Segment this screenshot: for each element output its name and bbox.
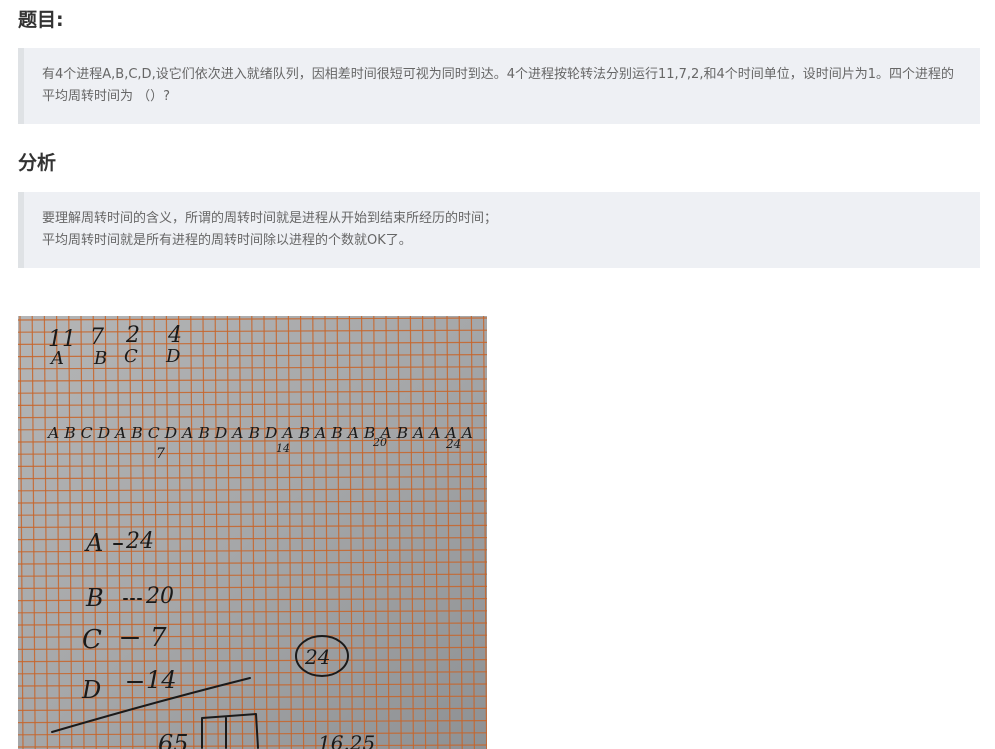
analysis-blockquote: 要理解周转时间的含义，所谓的周转时间就是进程从开始到结束所经历的时间； 平均周转…: [18, 192, 980, 268]
sum-value: 65: [158, 730, 189, 749]
average-value: 16.25: [318, 731, 375, 749]
top-label-b: B: [93, 348, 107, 369]
mark-a-finish: 24: [445, 437, 461, 451]
result-process-c: C: [82, 625, 102, 655]
question-blockquote: 有4个进程A,B,C,D,设它们依次进入就绪队列，因相差时间很短可视为同时到达。…: [18, 48, 980, 124]
top-label-c: C: [124, 346, 138, 367]
analysis-heading: 分析: [18, 152, 57, 174]
top-number-b: 7: [90, 325, 104, 350]
mark-d-finish: 14: [276, 442, 290, 455]
top-number-c: 2: [125, 323, 140, 348]
result-process-a: A: [84, 529, 103, 557]
top-label-d: D: [165, 346, 181, 367]
result-process-d: D: [81, 676, 101, 704]
mark-b-finish: 20: [372, 436, 387, 449]
round-robin-sequence: A B C D A B C D A B D A B D A B A B A B …: [46, 424, 473, 442]
mark-c-finish: 7: [156, 446, 165, 462]
analysis-line-2: 平均周转时间就是所有进程的周转时间除以进程的个数就OK了。: [42, 233, 412, 248]
handwritten-solution-photo: 11 A 7 B 2 C 4 D A B C D A B C D A B D A…: [18, 316, 487, 749]
result-process-b: B: [85, 584, 104, 612]
circled-total-value: 24: [304, 645, 330, 669]
result-time-d: 14: [146, 666, 177, 694]
top-label-a: A: [49, 348, 64, 369]
result-time-c: 7: [150, 623, 167, 653]
result-time-b: 20: [145, 584, 174, 609]
top-number-d: 4: [167, 323, 182, 348]
question-text: 有4个进程A,B,C,D,设它们依次进入就绪队列，因相差时间很短可视为同时到达。…: [42, 67, 954, 104]
analysis-line-1: 要理解周转时间的含义，所谓的周转时间就是进程从开始到结束所经历的时间；: [42, 211, 498, 226]
graph-paper-image: 11 A 7 B 2 C 4 D A B C D A B C D A B D A…: [18, 316, 487, 749]
question-heading: 题目:: [18, 9, 64, 31]
result-time-a: 24: [125, 529, 154, 554]
